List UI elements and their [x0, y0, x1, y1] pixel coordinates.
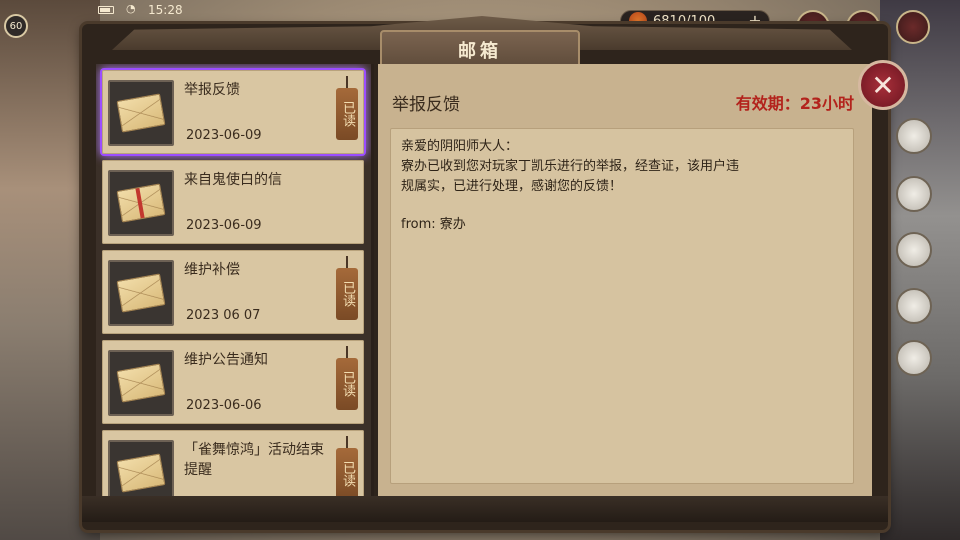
mail-detail-panel: 举报反馈 有效期：23小时 亲爱的阴阳师大人： 寮办已收到您对玩家丁凯乐进行的举… — [378, 64, 872, 496]
mail-item[interactable]: 举报反馈 2023-06-09 已读 — [102, 70, 364, 154]
mail-icon-frame — [108, 440, 174, 496]
mail-detail-title: 举报反馈 — [392, 95, 460, 115]
mail-icon-frame — [108, 170, 174, 236]
mailbox-bottom-frame — [82, 496, 888, 522]
player-level-badge[interactable]: 60 — [4, 14, 28, 38]
envelope-icon — [116, 453, 166, 493]
wifi-icon: ◔ — [126, 2, 136, 15]
mail-item[interactable]: 维护补偿 2023 06 07 已读 — [102, 250, 364, 334]
envelope-icon — [116, 93, 166, 133]
close-button[interactable]: ✕ — [858, 60, 908, 110]
battery-icon — [98, 6, 114, 14]
mail-item[interactable]: 「雀舞惊鸿」活动结束提醒 已读 — [102, 430, 364, 496]
mail-date: 2023-06-09 — [186, 128, 262, 143]
read-tag-label: 已读 — [340, 101, 355, 127]
mail-icon-frame — [108, 80, 174, 146]
hud-menu-icon[interactable] — [896, 10, 930, 44]
read-tag: 已读 — [336, 346, 358, 410]
mail-signature: from: 寮办 — [401, 217, 466, 232]
close-icon: ✕ — [871, 68, 895, 102]
mail-date: 2023 06 07 — [186, 308, 261, 323]
side-menu-icon[interactable] — [896, 288, 932, 324]
page-title: 邮箱 — [458, 41, 502, 62]
side-menu-icon[interactable] — [896, 118, 932, 154]
expiry-label: 有效期：23小时 — [735, 94, 854, 113]
side-menu-icon[interactable] — [896, 176, 932, 212]
envelope-icon — [116, 273, 166, 313]
mail-content: 亲爱的阴阳师大人： 寮办已收到您对玩家丁凯乐进行的举报，经查证，该用户违 规属实… — [390, 128, 854, 484]
read-tag-label: 已读 — [340, 461, 355, 487]
mail-title: 维护公告通知 — [184, 352, 268, 368]
read-tag-label: 已读 — [340, 371, 355, 397]
mail-date: 2023-06-09 — [186, 218, 262, 233]
read-tag: 已读 — [336, 76, 358, 140]
envelope-icon — [116, 363, 166, 403]
side-menu-icon[interactable] — [896, 340, 932, 376]
mail-list[interactable]: 举报反馈 2023-06-09 已读 来自鬼使白的信 2023-06-09 维护… — [96, 64, 374, 496]
mail-greeting: 亲爱的阴阳师大人： — [401, 139, 519, 154]
mail-body-line: 寮办已收到您对玩家丁凯乐进行的举报，经查证，该用户违 — [401, 159, 740, 174]
status-time: 15:28 — [148, 3, 183, 17]
read-tag: 已读 — [336, 256, 358, 320]
mail-date: 2023-06-06 — [186, 398, 262, 413]
mail-item[interactable]: 维护公告通知 2023-06-06 已读 — [102, 340, 364, 424]
mail-title: 「雀舞惊鸿」活动结束提醒 — [184, 442, 324, 478]
mail-title: 举报反馈 — [184, 82, 240, 98]
mail-body-line: 规属实，已进行处理，感谢您的反馈！ — [401, 179, 623, 194]
mail-icon-frame — [108, 260, 174, 326]
read-tag: 已读 — [336, 436, 358, 496]
mail-icon-frame — [108, 350, 174, 416]
read-tag-label: 已读 — [340, 281, 355, 307]
envelope-ribbon-icon — [116, 183, 166, 223]
mail-title: 维护补偿 — [184, 262, 240, 278]
side-menu-icon[interactable] — [896, 232, 932, 268]
mail-title: 来自鬼使白的信 — [184, 172, 282, 188]
mail-item[interactable]: 来自鬼使白的信 2023-06-09 — [102, 160, 364, 244]
